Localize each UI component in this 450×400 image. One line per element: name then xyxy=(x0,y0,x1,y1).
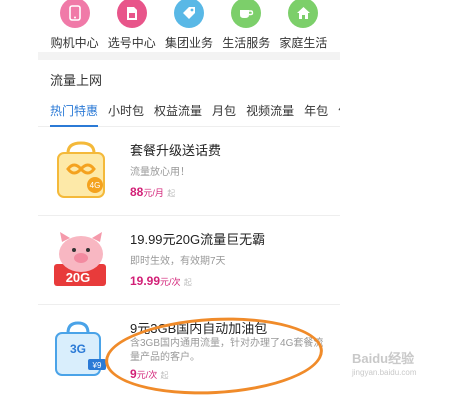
nav-item-label: 集团业务 xyxy=(165,36,214,50)
nav-item-home[interactable]: 家庭生活 xyxy=(275,0,332,52)
product-price: 9元/次 起 xyxy=(130,367,169,381)
tab-video[interactable]: 视频流量 xyxy=(246,102,294,119)
badge-text: 3G xyxy=(70,342,86,356)
product-card-20g[interactable]: 20G 19.99元20G流量巨无霸 即时生效，有效期7天 19.99元/次 起 xyxy=(38,216,340,305)
nav-item-numbers[interactable]: 选号中心 xyxy=(103,0,160,52)
nav-grid: 购机中心 选号中心 集团业务 生活服务 家庭生活 xyxy=(38,0,340,52)
cup-icon xyxy=(231,0,262,28)
tag-icon xyxy=(174,0,204,28)
section-title: 流量上网 xyxy=(50,73,103,88)
tab-rights[interactable]: 权益流量 xyxy=(154,102,202,119)
product-title: 19.99元20G流量巨无霸 xyxy=(130,232,266,247)
product-subtitle: 流量放心用！ xyxy=(130,167,190,178)
tab-hot[interactable]: 热门特惠 xyxy=(50,102,99,127)
watermark: Baidu经验 xyxy=(352,351,415,366)
tab-bar: 热门特惠 小时包 权益流量 月包 视频流量 年包 优 xyxy=(38,94,340,127)
home-icon xyxy=(288,0,319,28)
tab-yearly[interactable]: 年包 xyxy=(304,102,328,119)
tab-more[interactable]: 优 xyxy=(338,102,340,119)
infinity-bag-icon: 4G xyxy=(48,139,114,201)
product-title: 套餐升级送话费 xyxy=(130,143,222,158)
product-title: 9元3GB国内自动加油包 xyxy=(130,321,268,336)
nav-item-life-services[interactable]: 生活服务 xyxy=(218,0,275,52)
pig-mascot-icon: 20G xyxy=(48,228,114,290)
nav-item-enterprise[interactable]: 集团业务 xyxy=(160,0,217,52)
nav-item-label: 家庭生活 xyxy=(279,36,328,50)
section-divider xyxy=(38,52,340,60)
nav-item-label: 购机中心 xyxy=(50,36,99,50)
svg-text:4G: 4G xyxy=(90,181,101,190)
product-price: 88元/月 起 xyxy=(130,185,176,199)
product-price: 19.99元/次 起 xyxy=(130,274,192,288)
product-subtitle: 即时生效，有效期7天 xyxy=(130,256,226,267)
badge-price: ¥9 xyxy=(92,361,102,370)
data-bag-icon: 3G ¥9 xyxy=(48,317,114,379)
product-subtitle: 含3GB国内通用流量，针对办理了4G套餐流量产品的客户。 xyxy=(130,338,324,363)
sim-card-icon xyxy=(116,0,147,28)
nav-item-label: 选号中心 xyxy=(107,36,156,50)
badge-text: 20G xyxy=(66,270,91,285)
app-frame: 购机中心 选号中心 集团业务 生活服务 家庭生活 流量上网 热门特惠 小时包 权… xyxy=(38,0,340,400)
nav-item-phones[interactable]: 购机中心 xyxy=(46,0,103,52)
watermark-url: jingyan.baidu.com xyxy=(352,368,417,377)
tab-monthly[interactable]: 月包 xyxy=(212,102,236,119)
product-card-3gb[interactable]: 3G ¥9 9元3GB国内自动加油包 含3GB国内通用流量，针对办理了4G套餐流… xyxy=(38,305,340,393)
phone-icon xyxy=(59,0,90,28)
product-card-upgrade[interactable]: 4G 套餐升级送话费 流量放心用！ 88元/月 起 xyxy=(38,127,340,216)
nav-item-label: 生活服务 xyxy=(222,36,271,50)
tab-hourly[interactable]: 小时包 xyxy=(108,102,144,119)
